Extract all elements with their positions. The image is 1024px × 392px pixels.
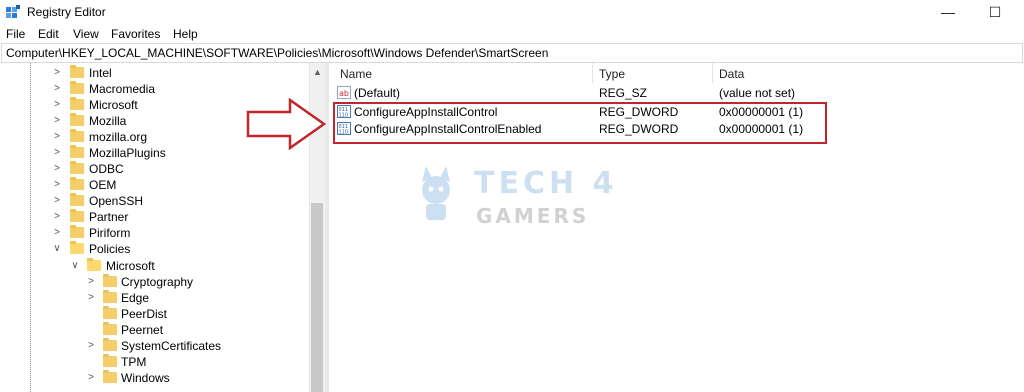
column-divider[interactable] (592, 63, 593, 83)
menu-favorites[interactable]: Favorites (111, 27, 160, 41)
tree-item-label: Edge (121, 291, 150, 305)
folder-icon (70, 193, 84, 206)
tree-item-label: Microsoft (89, 98, 138, 112)
address-bar[interactable]: Computer\HKEY_LOCAL_MACHINE\SOFTWARE\Pol… (1, 43, 1023, 63)
column-header-type[interactable]: Type (599, 67, 625, 81)
tree-item-label: Cryptography (121, 275, 194, 289)
folder-icon (103, 370, 117, 383)
pointer-arrow-icon (246, 98, 327, 150)
folder-icon (103, 354, 117, 367)
folder-icon (103, 306, 117, 319)
tree-item-label: Piriform (89, 226, 131, 240)
address-path[interactable]: Computer\HKEY_LOCAL_MACHINE\SOFTWARE\Pol… (6, 46, 548, 60)
value-name: (Default) (354, 86, 401, 100)
value-type: REG_SZ (599, 86, 648, 100)
folder-icon (70, 97, 84, 110)
folder-icon (103, 290, 117, 303)
tree-guide-line (30, 63, 31, 392)
tree-item-label: Macromedia (89, 82, 156, 96)
expand-chevron-icon[interactable]: > (86, 338, 96, 354)
expand-chevron-icon[interactable]: > (52, 225, 62, 241)
collapse-chevron-icon[interactable]: ∨ (70, 258, 80, 274)
maximize-button[interactable]: ☐ (985, 2, 1005, 22)
svg-text:ab: ab (339, 89, 349, 98)
window-title: Registry Editor (27, 5, 106, 19)
tree-item-label: TPM (121, 355, 147, 369)
value-data: (value not set) (719, 86, 796, 100)
expand-chevron-icon[interactable]: > (52, 65, 62, 81)
column-header-name[interactable]: Name (340, 67, 372, 81)
collapse-chevron-icon[interactable]: ∨ (52, 241, 62, 257)
watermark-text-line2: GAMERS (476, 204, 590, 228)
expand-chevron-icon[interactable]: > (52, 161, 62, 177)
string-value-icon: ab (337, 86, 351, 99)
folder-icon (70, 65, 84, 78)
scroll-up-arrow-icon[interactable]: ▲ (313, 67, 322, 77)
tree-item-label: Peernet (121, 323, 164, 337)
tree-item-label: Microsoft (106, 259, 155, 273)
expand-chevron-icon[interactable]: > (52, 81, 62, 97)
folder-icon (70, 177, 84, 190)
folder-icon (70, 161, 84, 174)
open-folder-icon (70, 241, 84, 254)
expand-chevron-icon[interactable]: > (52, 129, 62, 145)
expand-chevron-icon[interactable]: > (86, 370, 96, 386)
menu-bar: File Edit View Favorites Help (0, 26, 1024, 44)
tree-item-label: Windows (121, 371, 170, 385)
registry-editor-icon (6, 5, 20, 18)
tree-scrollbar-thumb[interactable] (311, 203, 323, 392)
tree-item-label: ODBC (89, 162, 124, 176)
tree-item-label: MozillaPlugins (89, 146, 166, 160)
expand-chevron-icon[interactable]: > (52, 193, 62, 209)
column-header-data[interactable]: Data (719, 67, 744, 81)
folder-icon (103, 338, 117, 351)
tree-item-label: Intel (89, 66, 112, 80)
title-bar: Registry Editor — ☐ (0, 0, 1024, 26)
tree-item-label: SystemCertificates (121, 339, 222, 353)
tree-item-label: Partner (89, 210, 129, 224)
value-row[interactable]: ab (Default) REG_SZ (value not set) (335, 85, 1015, 102)
menu-file[interactable]: File (6, 27, 25, 41)
tree-item-label: OEM (89, 178, 117, 192)
tree-item-label: Mozilla (89, 114, 127, 128)
folder-icon (70, 145, 84, 158)
tree-item-label: mozilla.org (89, 130, 148, 144)
highlight-box (333, 102, 827, 144)
menu-help[interactable]: Help (173, 27, 198, 41)
watermark-text-line1: TECH 4 (474, 166, 618, 201)
expand-chevron-icon[interactable]: > (52, 97, 62, 113)
expand-chevron-icon[interactable]: > (52, 113, 62, 129)
menu-view[interactable]: View (73, 27, 99, 41)
column-divider[interactable] (712, 63, 713, 83)
folder-icon (70, 209, 84, 222)
expand-chevron-icon[interactable]: > (52, 177, 62, 193)
tree-item-label: OpenSSH (89, 194, 144, 208)
minimize-button[interactable]: — (938, 2, 958, 22)
folder-icon (70, 225, 84, 238)
tree-item-label: PeerDist (121, 307, 168, 321)
expand-chevron-icon[interactable]: > (86, 290, 96, 306)
folder-icon (103, 274, 117, 287)
menu-edit[interactable]: Edit (38, 27, 59, 41)
expand-chevron-icon[interactable]: > (52, 209, 62, 225)
folder-icon (70, 113, 84, 126)
tree-item-label: Policies (89, 242, 131, 256)
folder-icon (70, 129, 84, 142)
open-folder-icon (87, 258, 101, 271)
folder-icon (70, 81, 84, 94)
expand-chevron-icon[interactable]: > (52, 145, 62, 161)
folder-icon (103, 322, 117, 335)
expand-chevron-icon[interactable]: > (86, 274, 96, 290)
